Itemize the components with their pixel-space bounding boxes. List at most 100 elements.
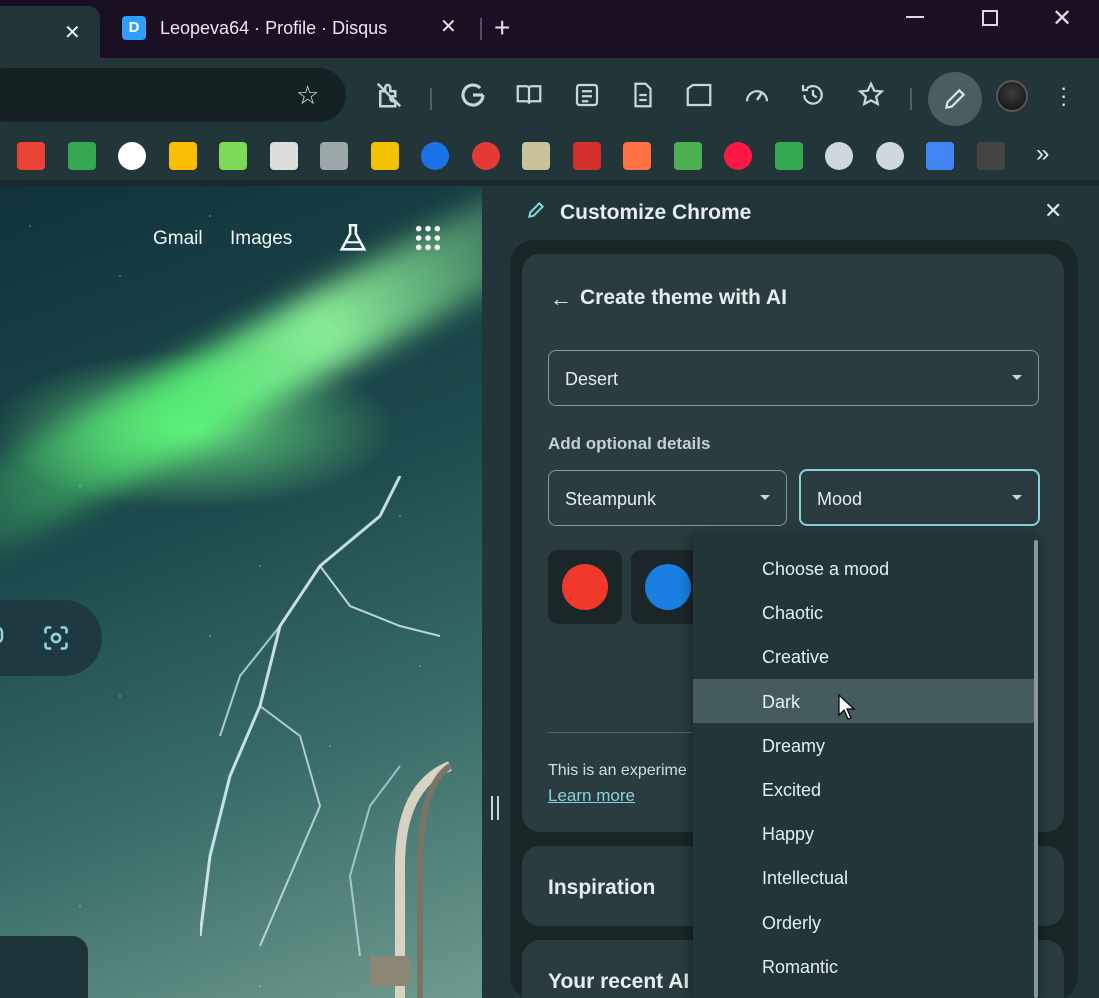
panel-title: Customize Chrome: [560, 201, 752, 224]
microsoft-icon[interactable]: [168, 142, 197, 170]
mood-option-label: Choose a mood: [762, 559, 890, 579]
microsoft-icon[interactable]: [67, 142, 96, 170]
experiment-disclaimer: This is an experime: [548, 762, 687, 779]
tab-previous[interactable]: ✕: [0, 6, 100, 58]
subject-select[interactable]: Desert: [548, 350, 1039, 406]
back-arrow-icon[interactable]: ←: [550, 286, 572, 312]
rue-icon[interactable]: [269, 142, 298, 170]
pencil-icon: [528, 201, 545, 218]
shortcut-tile[interactable]: [0, 936, 88, 998]
bookmarks-icon[interactable]: [856, 80, 886, 110]
mood-option-label: Creative: [762, 647, 830, 668]
mood-dropdown-menu: Choose a mood Chaotic Creative Dark Dreamy Ex…: [693, 532, 1037, 998]
chevron-down-icon: [760, 495, 770, 500]
toolbar-separator: [430, 88, 432, 110]
panel-close-icon[interactable]: ✕: [1044, 198, 1062, 224]
optional-details-label: Add optional details: [548, 434, 711, 453]
power-icon[interactable]: [421, 142, 449, 170]
mood-option-label: Dark: [762, 691, 801, 712]
microsoft-icon[interactable]: [17, 142, 45, 170]
mood-option-romantic[interactable]: Romantic: [693, 944, 1037, 988]
globe-icon[interactable]: [825, 142, 853, 170]
toolbar: ☆ · · ·: [0, 58, 1099, 134]
mood-option-label: Dreamy: [762, 735, 826, 756]
mood-option-creative[interactable]: Creative: [693, 634, 1037, 678]
minimize-button[interactable]: [906, 16, 924, 18]
inspiration-title: Inspiration: [548, 876, 656, 899]
tag-icon[interactable]: [522, 142, 550, 170]
bookmarks-overflow-icon[interactable]: »: [1036, 140, 1049, 168]
performance-icon[interactable]: [742, 80, 772, 110]
bookmark-icon[interactable]: [572, 142, 601, 170]
style-select[interactable]: Steampunk: [548, 470, 787, 526]
new-tab-button[interactable]: +: [494, 12, 510, 44]
google-apps-icon[interactable]: [414, 224, 442, 252]
mood-option-excited[interactable]: Excited: [693, 767, 1037, 811]
disqus-favicon-icon: D: [122, 16, 146, 40]
epic-games-icon[interactable]: [976, 142, 1005, 170]
customize-chrome-button[interactable]: [928, 72, 982, 126]
profile-avatar[interactable]: [996, 80, 1028, 112]
lens-search-icon[interactable]: [42, 624, 70, 652]
mood-option-label: Chaotic: [762, 603, 824, 624]
swatch-circle: [645, 564, 691, 610]
mood-option-dreamy[interactable]: Dreamy: [693, 723, 1037, 767]
divider: [548, 732, 708, 733]
side-panel-splitter[interactable]: [482, 186, 500, 998]
style-select-value: Steampunk: [565, 489, 657, 509]
window-close-button[interactable]: ✕: [1052, 4, 1072, 33]
swatch-circle: [562, 564, 608, 610]
images-link[interactable]: Images: [230, 228, 292, 250]
subject-select-value: Desert: [565, 369, 619, 389]
learn-more-link[interactable]: Learn more: [548, 786, 635, 806]
tab-close-icon[interactable]: ✕: [64, 20, 81, 45]
maps-icon[interactable]: [774, 142, 803, 170]
mood-option-choose-a-mood[interactable]: Choose a mood: [693, 546, 1037, 590]
gmail-link[interactable]: Gmail: [153, 228, 203, 250]
mood-option-chaotic[interactable]: Chaotic: [693, 590, 1037, 634]
youtube-icon[interactable]: [724, 142, 752, 170]
mood-select[interactable]: Mood: [799, 469, 1040, 526]
new-tab-page: Gmail Images: [0, 186, 482, 998]
menu-kebab-icon[interactable]: · · ·: [1060, 77, 1067, 115]
wtf-icon[interactable]: [219, 142, 247, 170]
globe-icon[interactable]: [875, 142, 904, 170]
opera-icon[interactable]: [471, 142, 500, 170]
history-icon[interactable]: [798, 80, 828, 110]
voice-search-icon[interactable]: [0, 624, 6, 652]
document-icon[interactable]: [628, 80, 658, 110]
tab-title: Leopeva64 · Profile · Disqus: [160, 18, 388, 38]
translate-icon[interactable]: [926, 142, 954, 170]
mood-option-dark[interactable]: Dark: [693, 678, 1037, 723]
menu-scrollbar[interactable]: [1034, 540, 1038, 998]
mood-option-orderly[interactable]: Orderly: [693, 900, 1037, 944]
maximize-button[interactable]: [982, 10, 998, 26]
pinwheel-icon[interactable]: [673, 142, 702, 170]
tab-search-icon[interactable]: [684, 80, 714, 110]
tab-separator: [480, 18, 482, 40]
card-title: Create theme with AI: [580, 286, 787, 309]
title-bar: ✕ D Leopeva64 · Profile · Disqus ✕ + ✕: [0, 0, 1099, 58]
bookmark-icon[interactable]: [370, 142, 399, 170]
tab-close-icon[interactable]: ✕: [440, 14, 457, 39]
bookmark-star-icon[interactable]: ☆: [296, 80, 319, 111]
reading-list-icon[interactable]: [572, 80, 602, 110]
google-icon[interactable]: [118, 142, 146, 170]
mood-option-label: Intellectual: [762, 868, 849, 889]
library-icon[interactable]: [320, 142, 348, 170]
google-icon[interactable]: [458, 80, 488, 110]
color-swatch-red[interactable]: [548, 550, 622, 624]
labs-flask-icon[interactable]: [336, 220, 370, 256]
resize-handle[interactable]: [491, 796, 499, 820]
bookmark-icon[interactable]: [623, 142, 651, 170]
recent-ai-themes-title: Your recent AI: [548, 970, 690, 993]
mood-option-intellectual[interactable]: Intellectual: [693, 855, 1037, 899]
address-bar[interactable]: [0, 68, 346, 122]
extension-icon[interactable]: [374, 80, 404, 110]
mouse-cursor-icon: [838, 694, 856, 720]
mood-option-happy[interactable]: Happy: [693, 811, 1037, 855]
tab-active[interactable]: D Leopeva64 · Profile · Disqus ✕: [102, 0, 477, 58]
chevron-down-icon: [1012, 375, 1022, 380]
chevron-down-icon: [1012, 495, 1022, 500]
reading-mode-icon[interactable]: [514, 80, 544, 110]
